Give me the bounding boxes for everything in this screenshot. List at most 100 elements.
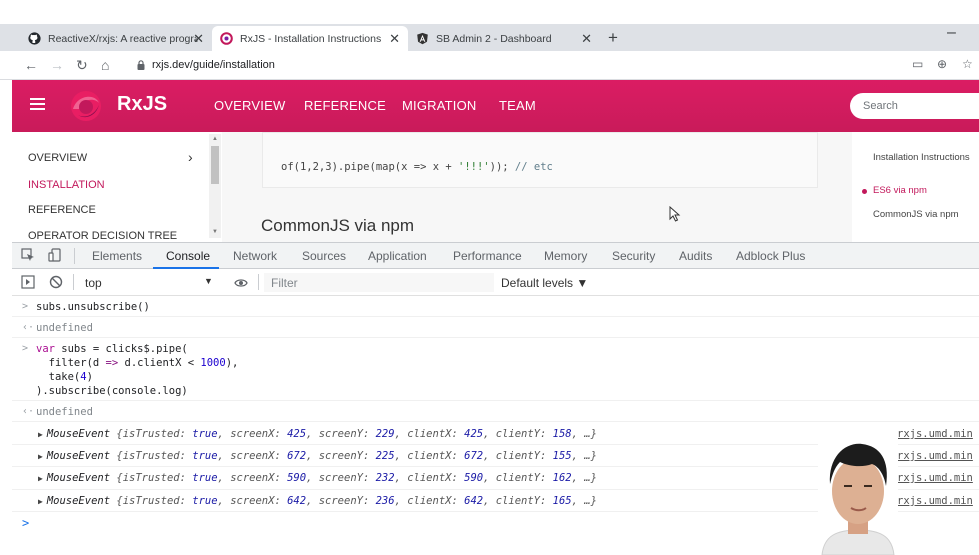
tab-audits[interactable]: Audits <box>679 249 712 263</box>
sidenav-item-overview[interactable]: OVERVIEW <box>28 152 87 164</box>
browser-tab-rxjs-installation[interactable]: RxJS - Installation Instructions ✕ <box>212 26 408 51</box>
input-chevron-icon: > <box>22 343 29 354</box>
sidenav-item-operator-decision-tree[interactable]: OPERATOR DECISION TREE <box>28 230 177 242</box>
nav-overview[interactable]: OVERVIEW <box>214 98 285 113</box>
star-icon[interactable]: ☆ <box>962 57 973 71</box>
expand-triangle-icon[interactable]: ▶ <box>38 430 43 439</box>
tab-memory[interactable]: Memory <box>544 249 587 263</box>
operator: => <box>105 357 119 369</box>
console-result-line: ‹· undefined <box>12 317 979 338</box>
console-command-line[interactable]: var subs = clicks$.pipe( <box>36 343 188 355</box>
mouse-event-entry[interactable]: ▶ MouseEvent {isTrusted: true, screenX: 4… <box>38 428 597 440</box>
sidenav-item-installation[interactable]: INSTALLATION <box>28 179 105 191</box>
source-link[interactable]: rxjs.umd.min <box>897 472 973 484</box>
value: 236 <box>375 495 395 507</box>
rxjs-logo-icon[interactable] <box>69 89 103 123</box>
source-link[interactable]: rxjs.umd.min <box>897 428 973 440</box>
context-selector[interactable]: top <box>85 276 102 290</box>
code-text: filter(d <box>36 357 106 369</box>
inspect-element-icon[interactable] <box>21 248 35 262</box>
code-text: of(1,2,3).pipe(map(x => x + <box>281 161 459 173</box>
mouse-event-entry[interactable]: ▶ MouseEvent {isTrusted: true, screenX: 6… <box>38 450 597 462</box>
value: 225 <box>375 450 395 462</box>
presenter-webcam <box>818 436 898 555</box>
device-toolbar-icon[interactable] <box>48 248 62 262</box>
chevron-right-icon[interactable]: › <box>188 149 193 165</box>
site-search-input[interactable]: Search <box>850 93 979 119</box>
console-prompt[interactable]: > <box>22 516 29 530</box>
mouse-event-entry[interactable]: ▶ MouseEvent {isTrusted: true, screenX: 5… <box>38 472 597 484</box>
lock-icon <box>137 60 145 70</box>
tab-security[interactable]: Security <box>612 249 655 263</box>
source-link[interactable]: rxjs.umd.min <box>897 450 973 462</box>
close-tab-icon[interactable]: ✕ <box>581 31 592 47</box>
keyword: var <box>36 343 55 355</box>
scroll-down-icon[interactable]: ▼ <box>212 229 218 235</box>
browser-tab-strip: ReactiveX/rxjs: A reactive progra ✕ RxJS… <box>0 24 979 51</box>
tab-application[interactable]: Application <box>368 249 427 263</box>
console-filter-input[interactable]: Filter <box>271 276 298 290</box>
console-command-line[interactable]: ).subscribe(console.log) <box>36 385 188 397</box>
url-field[interactable]: rxjs.dev/guide/installation <box>152 59 275 71</box>
close-tab-icon[interactable]: ✕ <box>389 31 400 47</box>
filter-input-box[interactable] <box>264 273 494 292</box>
reload-icon[interactable]: ↻ <box>76 57 88 74</box>
mouse-event-entry[interactable]: ▶ MouseEvent {isTrusted: true, screenX: 6… <box>38 495 597 507</box>
nav-team[interactable]: TEAM <box>499 98 536 113</box>
scroll-up-icon[interactable]: ▲ <box>212 136 218 142</box>
eye-icon[interactable] <box>234 276 248 290</box>
source-link[interactable]: rxjs.umd.min <box>897 495 973 507</box>
new-tab-button[interactable]: + <box>608 28 618 48</box>
site-brand[interactable]: RxJS <box>117 93 167 116</box>
console-command-line[interactable]: take(4) <box>36 371 93 383</box>
angular-icon <box>417 32 428 45</box>
close-tab-icon[interactable]: ✕ <box>193 31 204 47</box>
value: true <box>192 495 218 507</box>
tab-console[interactable]: Console <box>166 249 210 263</box>
browser-tab-sb-admin[interactable]: SB Admin 2 - Dashboard ✕ <box>408 26 600 51</box>
expand-triangle-icon[interactable]: ▶ <box>38 452 43 461</box>
cast-icon[interactable]: ▭ <box>912 57 923 71</box>
tab-sources[interactable]: Sources <box>302 249 346 263</box>
minimize-window-button[interactable]: – <box>947 24 956 42</box>
toc-item-installation-instructions[interactable]: Installation Instructions <box>873 152 970 163</box>
code-text: )); <box>489 161 515 173</box>
tab-network[interactable]: Network <box>233 249 277 263</box>
nav-migration[interactable]: MIGRATION <box>402 98 477 113</box>
toc-item-commonjs-via-npm[interactable]: CommonJS via npm <box>873 209 959 220</box>
console-command[interactable]: subs.unsubscribe() <box>36 301 150 313</box>
expand-triangle-icon[interactable]: ▶ <box>38 474 43 483</box>
value: 672 <box>464 450 484 462</box>
value: 590 <box>287 472 307 484</box>
address-bar: ← → ↻ ⌂ rxjs.dev/guide/installation ▭ ⊕ … <box>0 51 979 80</box>
value: 672 <box>287 450 307 462</box>
log-levels-dropdown[interactable]: Default levels ▼ <box>501 276 588 290</box>
number: 1000 <box>200 357 226 369</box>
divider <box>74 248 75 264</box>
sidenav-item-reference[interactable]: REFERENCE <box>28 204 96 216</box>
back-icon[interactable]: ← <box>24 57 38 73</box>
value: 425 <box>464 428 484 440</box>
sidenav-scrollbar[interactable]: ▲ ▼ <box>209 134 221 238</box>
console-command-line[interactable]: filter(d => d.clientX < 1000), <box>36 357 239 369</box>
console-toolbar: top ▼ Filter Default levels ▼ <box>12 269 979 296</box>
nav-reference[interactable]: REFERENCE <box>304 98 386 113</box>
tab-elements[interactable]: Elements <box>92 249 142 263</box>
toc-item-es6-via-npm[interactable]: ES6 via npm <box>873 185 927 196</box>
expand-triangle-icon[interactable]: ▶ <box>38 497 43 506</box>
result-arrow-icon: ‹· <box>22 322 35 333</box>
tab-adblock-plus[interactable]: Adblock Plus <box>736 249 805 263</box>
clear-console-icon[interactable] <box>49 275 63 289</box>
tab-performance[interactable]: Performance <box>453 249 522 263</box>
caret-down-icon[interactable]: ▼ <box>204 276 213 286</box>
console-result: undefined <box>36 322 93 334</box>
browser-tab-rxjs-github[interactable]: ReactiveX/rxjs: A reactive progra ✕ <box>20 26 212 51</box>
add-icon[interactable]: ⊕ <box>937 57 947 71</box>
home-icon[interactable]: ⌂ <box>101 57 109 73</box>
hamburger-menu-icon[interactable] <box>30 98 45 111</box>
forward-icon[interactable]: → <box>50 57 64 73</box>
show-sidebar-icon[interactable] <box>21 275 35 289</box>
rxjs-icon <box>220 32 233 45</box>
divider <box>258 274 259 290</box>
scrollbar-thumb[interactable] <box>211 146 219 184</box>
